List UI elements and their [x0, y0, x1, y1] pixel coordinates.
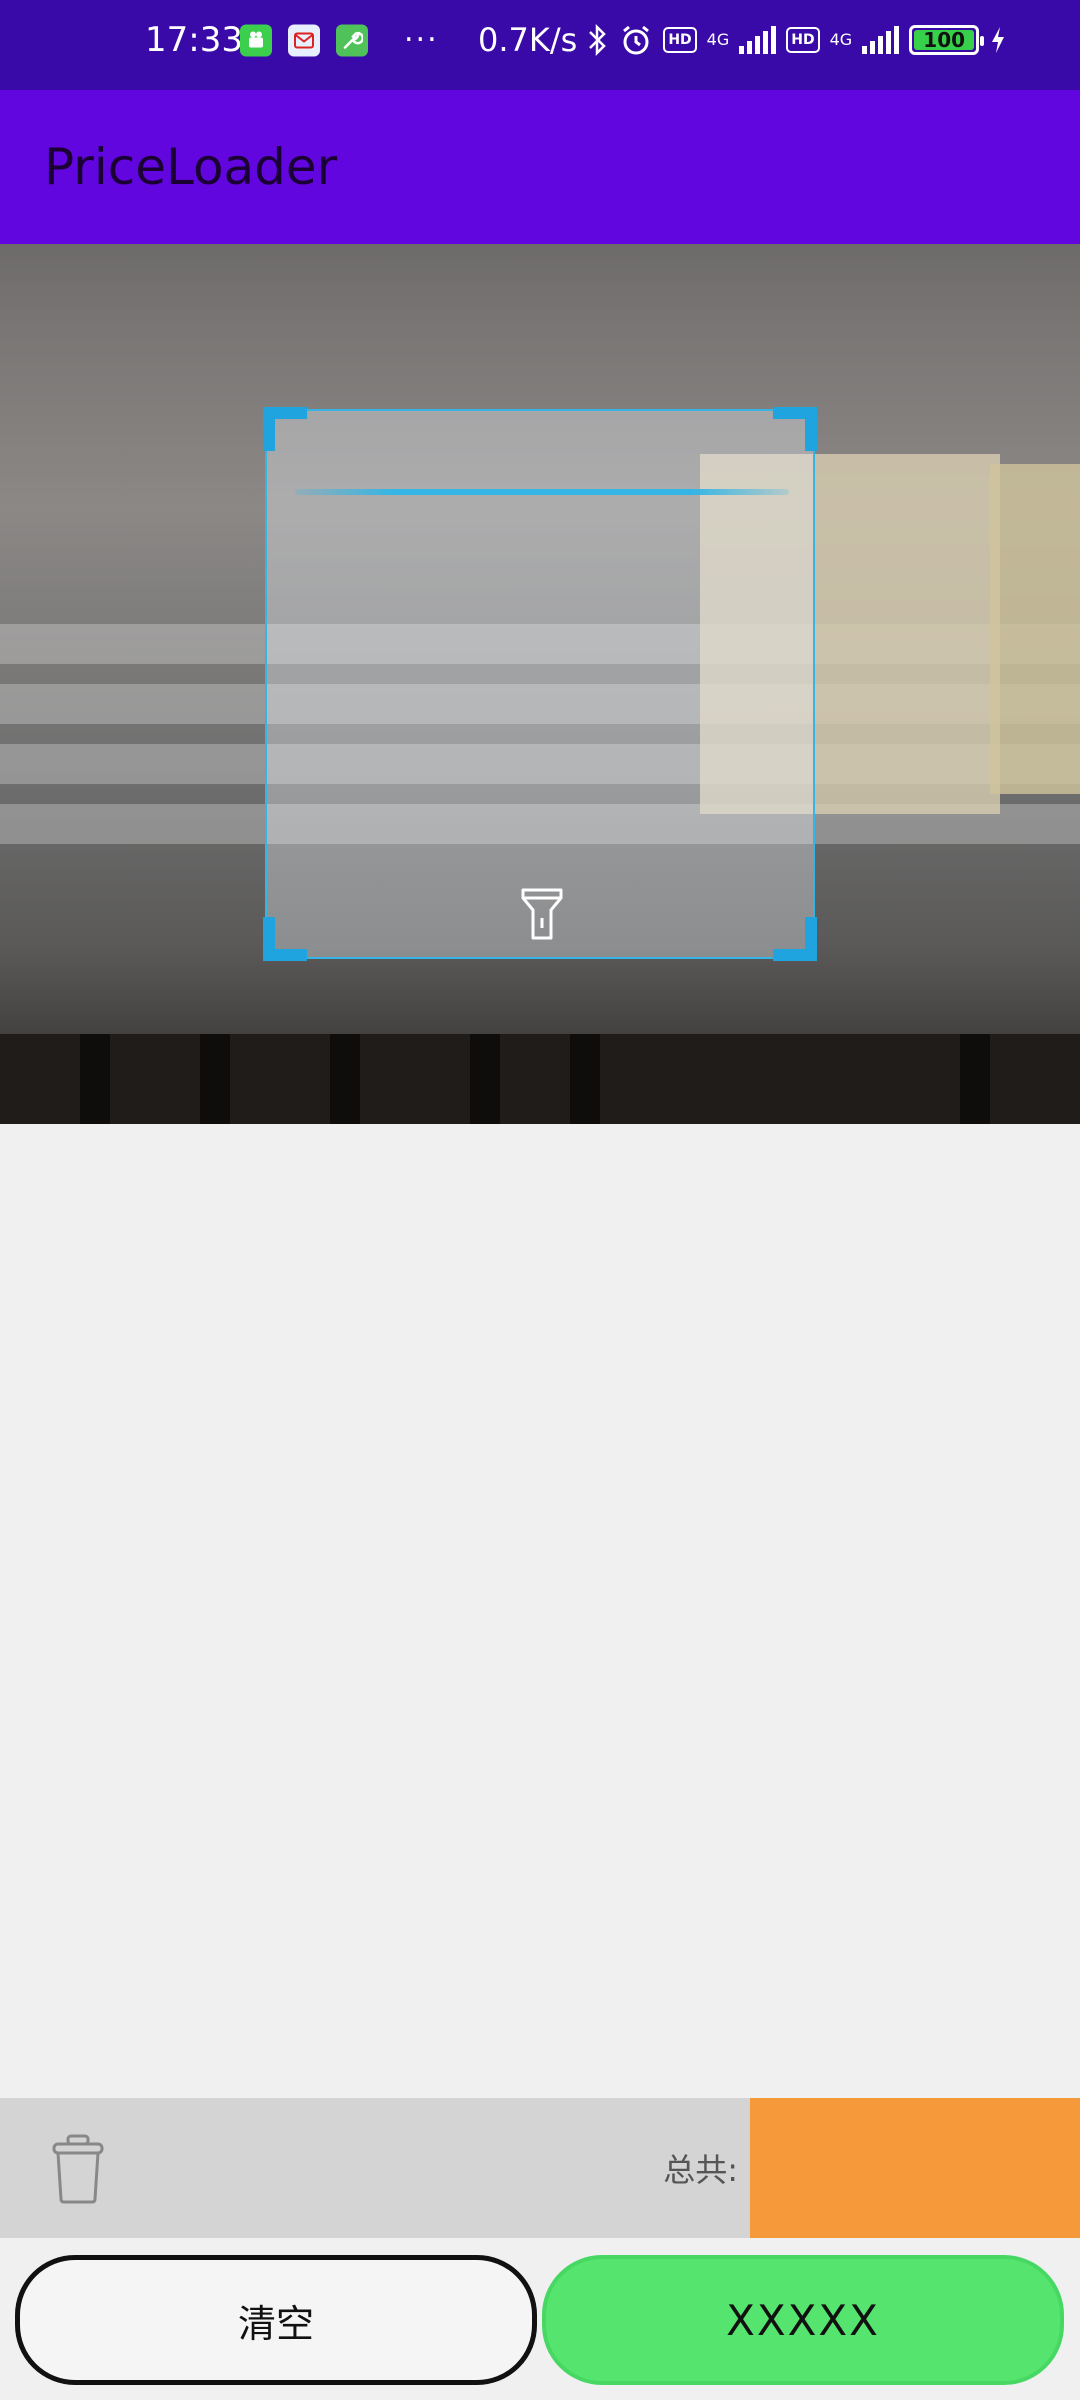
trash-icon[interactable]: [50, 2133, 106, 2205]
more-notifications-icon: ···: [404, 22, 439, 58]
mail-app-icon: [288, 24, 320, 56]
app-title: PriceLoader: [44, 138, 338, 196]
notification-icons: ···: [240, 23, 439, 58]
signal-icon: [739, 26, 777, 54]
hd-badge: HD: [663, 27, 697, 53]
net-speed: 0.7K/s: [478, 21, 578, 59]
scan-corner-bottom-right: [773, 917, 817, 961]
scan-corner-top-right: [773, 407, 817, 451]
camera-preview: [0, 244, 1080, 1124]
scanned-items-list: [0, 1124, 1080, 2098]
network-type: 4G: [706, 30, 730, 49]
battery-icon: 100: [909, 25, 985, 55]
summary-bar: 总共:: [0, 2098, 1080, 2238]
confirm-button-label: XXXXX: [726, 2295, 880, 2345]
bluetooth-icon: [589, 23, 607, 57]
scan-corner-top-left: [263, 407, 307, 451]
alarm-icon: [623, 25, 650, 55]
app-bar: PriceLoader: [0, 90, 1080, 244]
clear-button-label: 清空: [237, 2301, 314, 2346]
button-row: 清空 XXXXX: [0, 2238, 1080, 2400]
android-icon: [240, 24, 272, 56]
wrench-icon: [336, 24, 368, 56]
total-box: [750, 2098, 1080, 2238]
status-bar: 17:33 ··· 0.7K/s HD 4G HD 4G 100: [0, 0, 1080, 90]
camera-shelf: [0, 1034, 1080, 1124]
camera-object-2: [990, 464, 1080, 794]
scan-corner-bottom-left: [263, 917, 307, 961]
status-time: 17:33: [145, 20, 243, 60]
confirm-button[interactable]: XXXXX: [542, 2255, 1064, 2385]
signal-icon-2: [862, 26, 900, 54]
scan-frame: [263, 407, 817, 961]
status-right: 0.7K/s HD 4G HD 4G 100: [478, 21, 1007, 59]
hd-badge-2: HD: [786, 27, 820, 53]
clear-button[interactable]: 清空: [15, 2255, 537, 2385]
charging-icon: [992, 27, 1005, 53]
total-label: 总共:: [663, 2151, 738, 2189]
flashlight-icon[interactable]: [517, 886, 567, 942]
scan-line: [295, 489, 789, 495]
network-type-2: 4G: [829, 30, 853, 49]
battery-level: 100: [923, 28, 966, 52]
